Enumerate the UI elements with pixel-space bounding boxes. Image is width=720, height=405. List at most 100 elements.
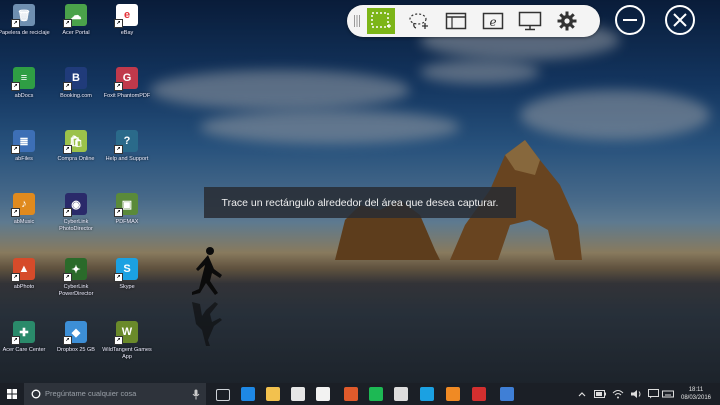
shortcut-arrow-icon: ↗ bbox=[63, 336, 72, 345]
freeform-capture-button[interactable] bbox=[405, 8, 433, 34]
taskbar-app-store[interactable] bbox=[291, 387, 305, 401]
wildtangent-icon: W ↗ bbox=[114, 321, 138, 345]
taskbar-app-edge[interactable] bbox=[241, 387, 255, 401]
desktop-icon-label: abPhoto bbox=[13, 284, 35, 290]
taskbar-app-home[interactable] bbox=[394, 387, 408, 401]
fullscreen-capture-button[interactable] bbox=[516, 8, 544, 34]
desktop-icon-label: Acer Care Center bbox=[2, 347, 46, 353]
capture-instruction-tooltip: Trace un rectángulo alrededor del área q… bbox=[204, 187, 516, 218]
capture-instruction-text: Trace un rectángulo alrededor del área q… bbox=[221, 196, 499, 209]
tray-chevron-up-icon[interactable] bbox=[578, 391, 586, 397]
volume-icon[interactable] bbox=[630, 389, 642, 399]
desktop-icon[interactable]: ▣ ↗ PDFMAX bbox=[100, 193, 154, 226]
start-button[interactable] bbox=[0, 383, 24, 405]
cortana-circle-icon bbox=[31, 389, 41, 399]
desktop-icon-label: Acer Portal bbox=[62, 30, 90, 36]
desktop-icon[interactable]: G ↗ Foxit PhantomPDF bbox=[100, 67, 154, 100]
desktop-icon-label: Skype bbox=[119, 284, 135, 290]
desktop-icon[interactable]: ☁ ↗ Acer Portal bbox=[49, 4, 103, 37]
svg-text:e: e bbox=[489, 15, 496, 29]
desktop-icon[interactable]: e ↗ eBay bbox=[100, 4, 154, 37]
window-capture-button[interactable] bbox=[442, 8, 470, 34]
lasso-add-icon bbox=[409, 13, 428, 29]
search-placeholder: Pregúntame cualquier cosa bbox=[45, 389, 137, 398]
desktop-icon[interactable]: ✦ ↗ CyberLink PowerDirector bbox=[49, 258, 103, 298]
clock[interactable]: 18:11 08/03/2016 bbox=[676, 386, 716, 402]
shortcut-arrow-icon: ↗ bbox=[114, 145, 123, 154]
desktop-icon-label: Foxit PhantomPDF bbox=[103, 93, 151, 99]
desktop-icon[interactable]: ≡ ↗ abDocs bbox=[0, 67, 51, 100]
shortcut-arrow-icon: ↗ bbox=[114, 82, 123, 91]
desktop-icon-label: CyberLink PhotoDirector bbox=[59, 219, 93, 232]
windows-logo-icon bbox=[7, 389, 17, 399]
desktop-icon[interactable]: ? ↗ Help and Support bbox=[100, 130, 154, 163]
abdocs-icon: ≡ ↗ bbox=[11, 67, 35, 91]
shortcut-arrow-icon: ↗ bbox=[11, 336, 20, 345]
clock-date: 08/03/2016 bbox=[680, 395, 712, 401]
desktop-icon-label: Booking.com bbox=[60, 93, 92, 99]
desktop-icon-label: Help and Support bbox=[105, 156, 149, 162]
powerdirector-icon: ✦ ↗ bbox=[63, 258, 87, 282]
desktop-icon-label: abMusic bbox=[13, 219, 35, 225]
desktop-icon[interactable]: ◉ ↗ CyberLink PhotoDirector bbox=[49, 193, 103, 233]
desktop-icon-label: PDFMAX bbox=[115, 219, 139, 225]
acer-care-center-icon: ✚ ↗ bbox=[11, 321, 35, 345]
capture-toolbar: e bbox=[347, 5, 600, 37]
taskbar-app-media[interactable] bbox=[344, 387, 358, 401]
clock-time: 18:11 bbox=[688, 387, 704, 393]
taskbar-app-music[interactable] bbox=[446, 387, 460, 401]
abfiles-icon: ≣ ↗ bbox=[11, 130, 35, 154]
shortcut-arrow-icon: ↗ bbox=[63, 82, 72, 91]
desktop-icon[interactable]: ≣ ↗ abFiles bbox=[0, 130, 51, 163]
shortcut-arrow-icon: ↗ bbox=[11, 273, 20, 282]
keyboard-icon[interactable] bbox=[662, 389, 674, 399]
desktop-icon[interactable]: B ↗ Booking.com bbox=[49, 67, 103, 100]
desktop-icon-label: CyberLink PowerDirector bbox=[58, 284, 94, 297]
shortcut-arrow-icon: ↗ bbox=[114, 19, 123, 28]
cortana-search-box[interactable]: Pregúntame cualquier cosa bbox=[24, 383, 206, 405]
drag-grip-icon[interactable] bbox=[354, 15, 360, 27]
taskbar-app-skype[interactable] bbox=[420, 387, 434, 401]
taskbar-app-app-red[interactable] bbox=[472, 387, 486, 401]
chat-bubble-icon[interactable] bbox=[648, 389, 659, 399]
pdfmax-icon: ▣ ↗ bbox=[114, 193, 138, 217]
shortcut-arrow-icon: ↗ bbox=[11, 82, 20, 91]
skype-icon: S ↗ bbox=[114, 258, 138, 282]
desktop-icon[interactable]: ✚ ↗ Acer Care Center bbox=[0, 321, 51, 354]
foxit-phantompdf-icon: G ↗ bbox=[114, 67, 138, 91]
desktop-icon[interactable]: ▲ ↗ abPhoto bbox=[0, 258, 51, 291]
abmusic-icon: ♪ ↗ bbox=[11, 193, 35, 217]
desktop-icon[interactable]: 🗑 ↗ Papelera de reciclaje bbox=[0, 4, 51, 37]
microphone-icon[interactable] bbox=[192, 389, 200, 400]
wifi-icon[interactable] bbox=[612, 389, 624, 399]
taskbar-app-spotify[interactable] bbox=[369, 387, 383, 401]
close-icon bbox=[673, 13, 687, 27]
taskbar-app-file-explorer[interactable] bbox=[266, 387, 280, 401]
desktop-icon-label: abFiles bbox=[15, 156, 33, 162]
shortcut-arrow-icon: ↗ bbox=[63, 19, 72, 28]
desktop-icon[interactable]: ◆ ↗ Dropbox 25 GB bbox=[49, 321, 103, 354]
battery-icon[interactable] bbox=[594, 390, 606, 398]
shortcut-arrow-icon: ↗ bbox=[114, 336, 123, 345]
desktop-icon[interactable]: W ↗ WildTangent Games App bbox=[100, 321, 154, 361]
acer-store-icon: 🛍 ↗ bbox=[63, 130, 87, 154]
shortcut-arrow-icon: ↗ bbox=[11, 145, 20, 154]
settings-button[interactable] bbox=[553, 8, 581, 34]
web-capture-button[interactable]: e bbox=[479, 8, 507, 34]
close-button[interactable] bbox=[665, 5, 695, 35]
desktop-icon[interactable]: S ↗ Skype bbox=[100, 258, 154, 291]
photodirector-icon: ◉ ↗ bbox=[63, 193, 87, 217]
desktop-icon[interactable]: ♪ ↗ abMusic bbox=[0, 193, 51, 226]
desktop-icon-label: Papelera de reciclaje bbox=[0, 30, 50, 36]
desktop-icon[interactable]: 🛍 ↗ Compra Online bbox=[49, 130, 103, 163]
taskbar-app-mail[interactable] bbox=[316, 387, 330, 401]
recycle-bin-icon: 🗑 ↗ bbox=[11, 4, 35, 28]
taskbar: Pregúntame cualquier cosa 18:11 08/03/20… bbox=[0, 383, 720, 405]
rectangle-capture-button[interactable] bbox=[367, 8, 395, 34]
shortcut-arrow-icon: ↗ bbox=[63, 145, 72, 154]
taskbar-app-task-view[interactable] bbox=[216, 389, 230, 401]
browser-e-icon: e bbox=[482, 12, 504, 30]
taskbar-app-app-blue[interactable] bbox=[500, 387, 514, 401]
minimize-button[interactable] bbox=[615, 5, 645, 35]
shortcut-arrow-icon: ↗ bbox=[63, 208, 72, 217]
